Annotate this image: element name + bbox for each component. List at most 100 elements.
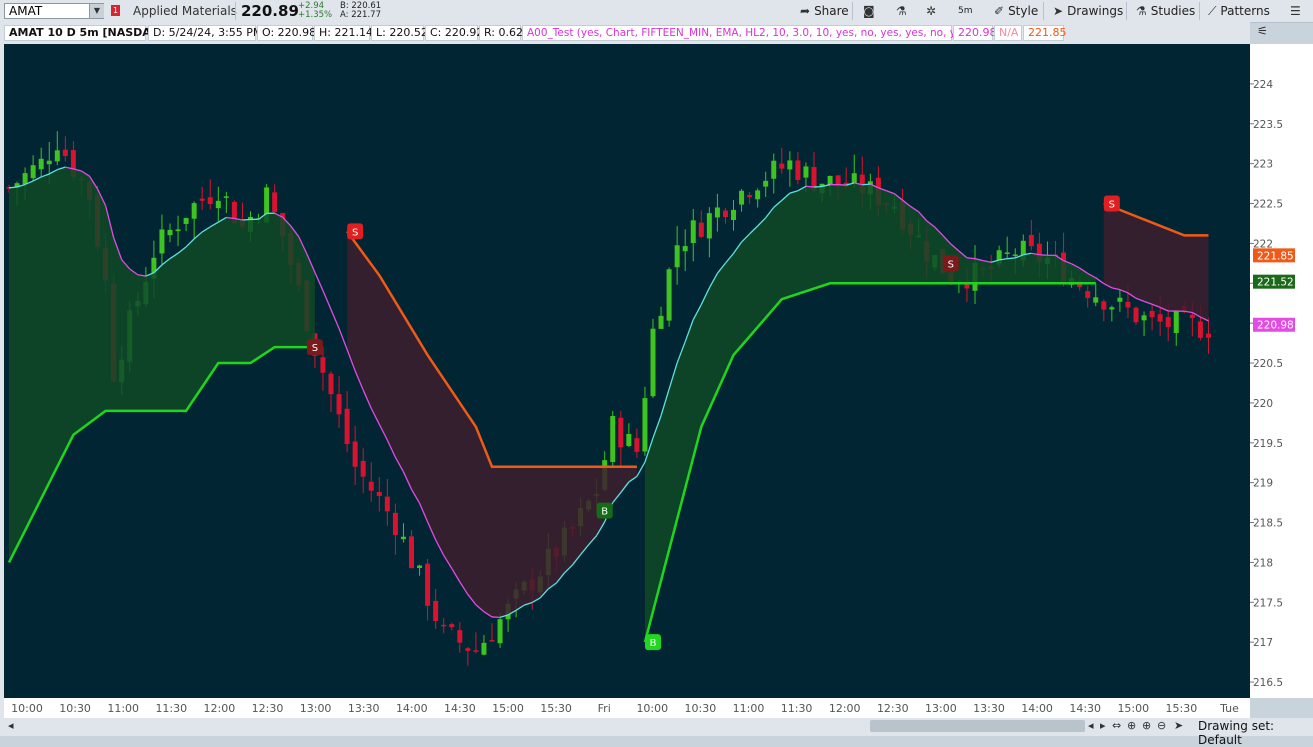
candle-body	[1166, 317, 1171, 327]
study-label[interactable]: A00_Test (yes, Chart, FIFTEEN_MIN, EMA, …	[522, 25, 952, 41]
candle-body	[465, 648, 470, 651]
crosshair-icon[interactable]: ⊕	[1127, 719, 1136, 732]
flask-icon: ⚗	[896, 4, 907, 18]
patterns-label: Patterns	[1220, 4, 1269, 18]
drawing-set-label[interactable]: Drawing set: Default	[1198, 719, 1313, 747]
price-label: 221.85	[1257, 250, 1294, 262]
price-axis-canvas[interactable]: 224223.5223222.5222221.5221220.5220219.5…	[1250, 44, 1313, 698]
candle-body	[393, 513, 398, 535]
candle-body	[184, 218, 189, 224]
symbol-dropdown-icon[interactable]: ▼	[89, 4, 104, 18]
chart-settings-icon[interactable]: ⚟	[1257, 24, 1268, 38]
time-tick-label: 14:00	[1021, 702, 1053, 715]
expand-icon[interactable]: ⇔	[1112, 719, 1121, 732]
timeframe-button[interactable]: 5m	[958, 0, 973, 22]
bar-open: O: 220.98	[257, 25, 313, 41]
ema-line	[9, 187, 17, 188]
time-axis[interactable]: 10:0010:3011:0011:3012:0012:3013:0013:30…	[4, 698, 1250, 718]
flask-button[interactable]: ⚗	[896, 0, 907, 22]
candle-body	[47, 161, 52, 165]
scroll-right-icon[interactable]: ▸	[1100, 719, 1106, 732]
candle-body	[361, 461, 366, 477]
bar-close: C: 220.92	[425, 25, 478, 41]
time-tick-label: 12:00	[204, 702, 236, 715]
candle-body	[610, 416, 615, 462]
candle-body	[771, 161, 776, 179]
share-button[interactable]: ➦Share	[800, 0, 849, 22]
price-label: 220.98	[1257, 320, 1294, 332]
price-tick-label: 224	[1253, 79, 1273, 91]
candle-body	[667, 269, 672, 320]
price-chart[interactable]: SSBBSS	[4, 44, 1250, 698]
study-value-2: N/A	[994, 25, 1022, 41]
ask-price: A: 221.77	[340, 11, 381, 20]
zoom-out-icon[interactable]: ⊖	[1157, 719, 1166, 732]
candle-body	[208, 197, 213, 204]
candle-body	[200, 199, 205, 201]
price-axis[interactable]: 224223.5223222.5222221.5221220.5220219.5…	[1250, 44, 1313, 698]
time-tick-label: 14:30	[444, 702, 476, 715]
candle-body	[1174, 311, 1179, 333]
drawings-button[interactable]: ➤Drawings	[1053, 0, 1123, 22]
time-tick-label: Fri	[598, 702, 611, 715]
ema-line	[315, 272, 323, 290]
candle-body	[1117, 298, 1122, 302]
scroll-left-icon[interactable]: ◂	[8, 719, 14, 732]
time-tick-label: 11:30	[781, 702, 813, 715]
candle-body	[353, 442, 358, 467]
menu-button[interactable]: ☰	[1290, 0, 1301, 22]
candle-body	[417, 566, 422, 568]
candle-body	[755, 190, 760, 199]
candle-body	[1029, 235, 1034, 246]
zoom-in-icon[interactable]: ⊕	[1142, 719, 1151, 732]
studies-label: Studies	[1151, 4, 1196, 18]
candle-body	[651, 329, 656, 396]
candle-body	[329, 374, 334, 395]
study-value-3: 221.85	[1023, 25, 1064, 41]
time-tick-label: 15:30	[540, 702, 572, 715]
settings-button[interactable]: ✲	[926, 0, 936, 22]
style-label: Style	[1008, 4, 1038, 18]
candle-body	[216, 201, 221, 208]
time-tick-label: 12:00	[829, 702, 861, 715]
price-label: 221.52	[1257, 277, 1294, 289]
time-tick-label: 10:00	[11, 702, 43, 715]
candle-body	[699, 223, 704, 237]
price-tick-label: 218.5	[1253, 518, 1283, 530]
scroll-left-icon[interactable]: ◂	[1088, 719, 1094, 732]
candle-body	[1142, 315, 1147, 320]
candle-body	[723, 211, 728, 218]
share-label: Share	[814, 4, 849, 18]
ema-line	[806, 186, 814, 187]
style-button[interactable]: ✐Style	[994, 0, 1038, 22]
price-tick-label: 216.5	[1253, 677, 1283, 689]
price-tick-label: 219	[1253, 478, 1273, 490]
time-axis-canvas[interactable]: 10:0010:3011:0011:3012:0012:3013:0013:30…	[4, 698, 1250, 718]
candle-body	[1198, 321, 1203, 337]
pointer-icon[interactable]: ➤	[1174, 719, 1183, 732]
ema-line	[1007, 258, 1015, 259]
candle-body	[192, 203, 197, 219]
toolbar-separator	[1043, 2, 1044, 20]
candle-body	[377, 492, 382, 496]
candle-body	[626, 434, 631, 446]
candle-body	[473, 650, 478, 652]
horizontal-scrollbar[interactable]	[870, 720, 1085, 732]
chart-title[interactable]: AMAT 10 D 5m [NASDAQ]	[4, 25, 146, 41]
candle-body	[1013, 254, 1018, 256]
candle-body	[1085, 291, 1090, 298]
price-tick-label: 217	[1253, 637, 1273, 649]
drawings-label: Drawings	[1067, 4, 1123, 18]
studies-button[interactable]: ⚗Studies	[1136, 0, 1195, 22]
bar-low: L: 220.52	[371, 25, 424, 41]
patterns-button[interactable]: ⟋Patterns	[1208, 0, 1270, 22]
candle-body	[1093, 297, 1098, 302]
candle-body	[63, 150, 68, 156]
short-stop-fill	[347, 231, 637, 617]
candle-body	[795, 160, 800, 179]
chart-canvas[interactable]: SSBBSS	[4, 44, 1250, 698]
candle-body	[683, 246, 688, 251]
time-tick-label: 10:00	[636, 702, 668, 715]
snapshot-button[interactable]: ◙	[863, 0, 875, 22]
link-indicator[interactable]: 1	[111, 5, 120, 16]
